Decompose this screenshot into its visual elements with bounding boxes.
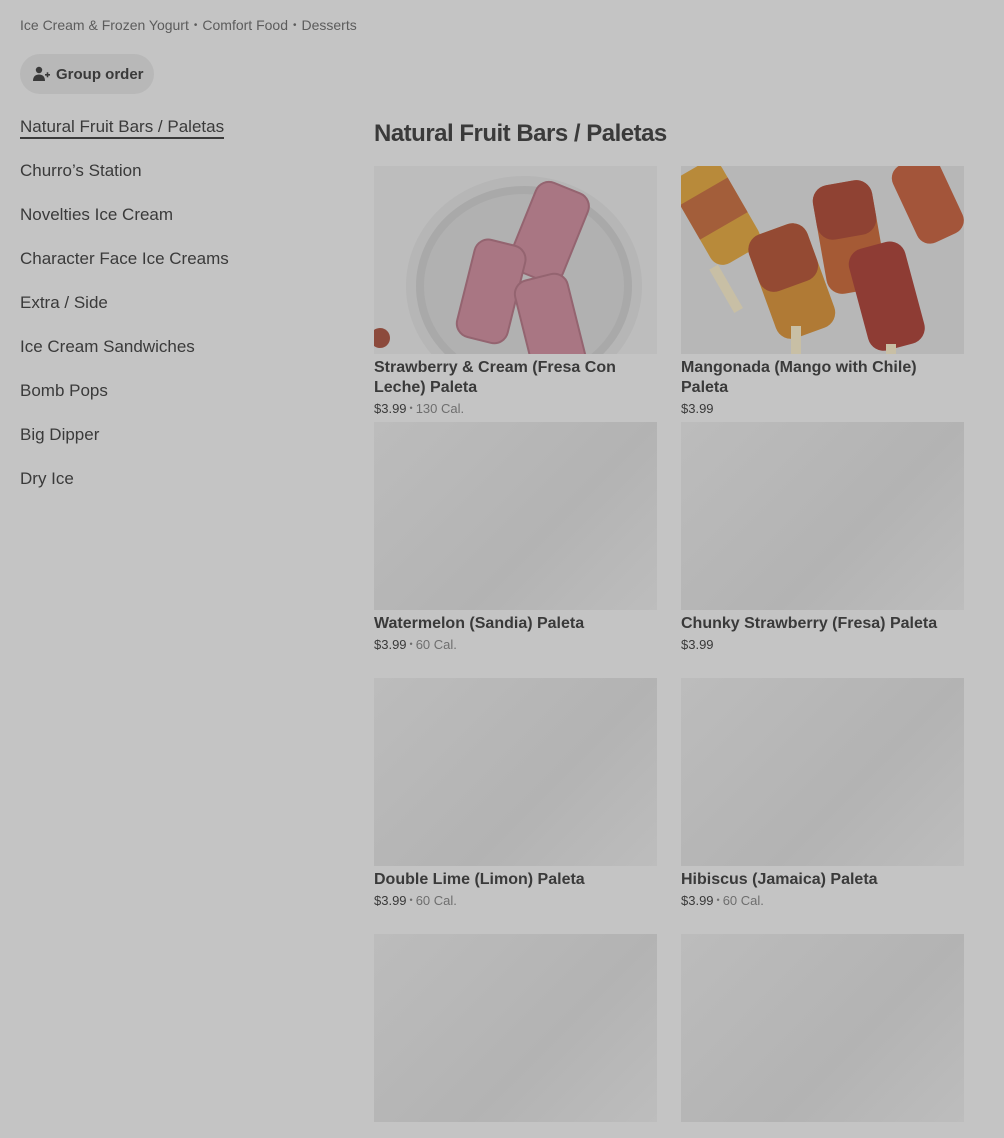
image-placeholder	[681, 422, 964, 610]
breadcrumb: Ice Cream & Frozen Yogurt • Comfort Food • D…	[20, 17, 357, 33]
image-placeholder	[681, 934, 964, 1122]
item-price: $3.99	[681, 637, 714, 652]
item-meta: $3.99 • 60 Cal.	[374, 892, 657, 909]
image-placeholder	[681, 678, 964, 866]
item-price: $3.99	[374, 637, 407, 652]
item-meta: $3.99	[681, 400, 964, 417]
section-title: Natural Fruit Bars / Paletas	[374, 120, 667, 147]
menu-item-card[interactable]: Chunky Strawberry (Fresa) Paleta $3.99	[681, 422, 964, 678]
breadcrumb-separator: •	[292, 20, 297, 31]
item-calories: 60 Cal.	[722, 893, 764, 908]
sidebar-item-novelties-ice-cream[interactable]: Novelties Ice Cream	[20, 204, 340, 248]
item-meta: $3.99 • 60 Cal.	[374, 636, 657, 653]
sidebar-item-churros-station[interactable]: Churro’s Station	[20, 160, 340, 204]
menu-grid: Strawberry & Cream (Fresa Con Leche) Pal…	[374, 166, 964, 1138]
menu-item-card[interactable]: Double Lime (Limon) Paleta $3.99 • 60 Cal.	[374, 678, 657, 934]
sidebar-item-dry-ice[interactable]: Dry Ice	[20, 468, 340, 512]
sidebar-item-big-dipper[interactable]: Big Dipper	[20, 424, 340, 468]
menu-section: Natural Fruit Bars / Paletas Strawberry …	[374, 116, 964, 1122]
group-order-label: Group order	[56, 65, 144, 83]
meta-separator: •	[716, 895, 720, 905]
item-name: Hibiscus (Jamaica) Paleta	[681, 871, 878, 888]
person-add-icon	[32, 65, 50, 83]
strawberry-cream-paletas-photo	[374, 166, 657, 354]
mangonada-paletas-photo	[681, 166, 964, 354]
image-placeholder	[374, 422, 657, 610]
sidebar-item-natural-fruit-bars[interactable]: Natural Fruit Bars / Paletas	[20, 116, 340, 160]
item-name: Mangonada (Mango with Chile) Paleta	[681, 359, 917, 396]
menu-item-card[interactable]	[681, 934, 964, 1138]
sidebar-item-extra-side[interactable]: Extra / Side	[20, 292, 340, 336]
meta-separator: •	[409, 403, 413, 413]
menu-item-card[interactable]: Mangonada (Mango with Chile) Paleta $3.9…	[681, 166, 964, 422]
menu-item-card[interactable]: Watermelon (Sandia) Paleta $3.99 • 60 Cal.	[374, 422, 657, 678]
item-calories: 60 Cal.	[415, 637, 457, 652]
item-meta: $3.99	[681, 636, 964, 653]
menu-item-card[interactable]: Hibiscus (Jamaica) Paleta $3.99 • 60 Cal.	[681, 678, 964, 934]
breadcrumb-item[interactable]: Ice Cream & Frozen Yogurt	[20, 17, 189, 33]
item-calories: 130 Cal.	[415, 401, 465, 416]
item-meta: $3.99 • 60 Cal.	[681, 892, 964, 909]
menu-item-card[interactable]: Strawberry & Cream (Fresa Con Leche) Pal…	[374, 166, 657, 422]
sidebar-item-character-face-ice-creams[interactable]: Character Face Ice Creams	[20, 248, 340, 292]
group-order-button[interactable]: Group order	[20, 54, 154, 94]
item-price: $3.99	[681, 401, 714, 416]
item-price: $3.99	[374, 401, 407, 416]
category-sidebar: Natural Fruit Bars / Paletas Churro’s St…	[20, 116, 340, 512]
item-name: Watermelon (Sandia) Paleta	[374, 615, 585, 632]
meta-separator: •	[409, 895, 413, 905]
breadcrumb-item[interactable]: Desserts	[302, 17, 357, 33]
menu-item-card[interactable]	[374, 934, 657, 1138]
item-meta: $3.99 • 130 Cal.	[374, 400, 657, 417]
breadcrumb-separator: •	[193, 20, 198, 31]
item-price: $3.99	[374, 893, 407, 908]
item-price: $3.99	[681, 893, 714, 908]
item-name: Chunky Strawberry (Fresa) Paleta	[681, 615, 938, 632]
item-calories: 60 Cal.	[415, 893, 457, 908]
image-placeholder	[374, 678, 657, 866]
sidebar-item-bomb-pops[interactable]: Bomb Pops	[20, 380, 340, 424]
meta-separator: •	[409, 639, 413, 649]
item-name: Double Lime (Limon) Paleta	[374, 871, 585, 888]
sidebar-item-ice-cream-sandwiches[interactable]: Ice Cream Sandwiches	[20, 336, 340, 380]
image-placeholder	[374, 934, 657, 1122]
breadcrumb-item[interactable]: Comfort Food	[202, 17, 288, 33]
item-name: Strawberry & Cream (Fresa Con Leche) Pal…	[374, 359, 616, 396]
